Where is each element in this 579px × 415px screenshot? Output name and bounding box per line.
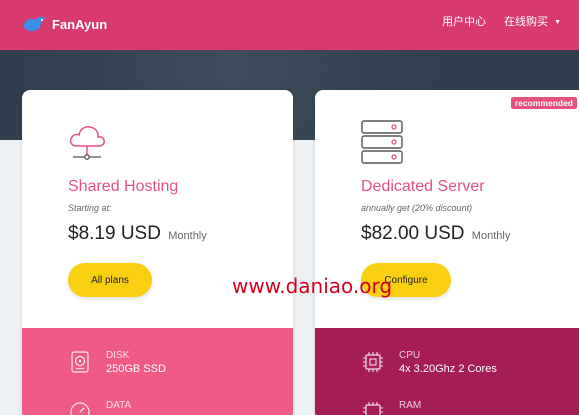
plan-title: Dedicated Server: [361, 178, 485, 195]
plan-price-amount: $82.00 USD: [361, 223, 465, 244]
spec-value: 250GB SSD: [106, 363, 166, 375]
spec-text: DISK 250GB SSD: [106, 350, 166, 375]
ram-icon: [363, 402, 383, 415]
recommended-badge: recommended: [510, 97, 577, 109]
gauge-icon: [70, 402, 90, 415]
brand-name: FanAyun: [52, 16, 108, 32]
spec-disk: DISK 250GB SSD: [68, 350, 166, 375]
plan-price-period: Monthly: [471, 230, 511, 242]
main-nav: 用户中心 在线购买 ▼: [442, 13, 579, 29]
watermark-text: www.daniao.org: [232, 274, 393, 298]
all-plans-button[interactable]: All plans: [68, 263, 152, 297]
cloud-network-icon: [69, 126, 105, 160]
spec-label: CPU: [399, 350, 421, 361]
chevron-down-icon: ▼: [554, 19, 561, 26]
nav-online-purchase[interactable]: 在线购买 ▼: [504, 13, 561, 29]
plan-title: Shared Hosting: [68, 178, 179, 195]
plan-subtitle: annually get (20% discount): [361, 203, 473, 213]
plan-specs: DISK 250GB SSD DATA: [22, 328, 293, 415]
spec-value: 4x 3.20Ghz 2 Cores: [399, 363, 497, 375]
bird-logo-icon: [24, 16, 46, 32]
plan-price-amount: $8.19 USD: [68, 223, 161, 244]
brand-logo[interactable]: FanAyun: [22, 14, 107, 34]
plan-card-shared-hosting: Shared Hosting Starting at: $8.19 USD Mo…: [22, 90, 293, 415]
nav-online-purchase-label: 在线购买: [504, 16, 549, 28]
spec-label: RAM: [399, 400, 422, 411]
top-navigation-bar: FanAyun 用户中心 在线购买 ▼: [0, 0, 579, 50]
spec-cpu: CPU 4x 3.20Ghz 2 Cores: [361, 350, 497, 375]
plan-price-period: Monthly: [168, 230, 207, 242]
server-rack-icon: [361, 120, 403, 164]
plan-price: $82.00 USD Monthly: [361, 223, 510, 245]
plan-price: $8.19 USD Monthly: [68, 223, 207, 245]
spec-text: CPU 4x 3.20Ghz 2 Cores: [399, 350, 497, 375]
plan-card-dedicated-server: Dedicated Server annually get (20% disco…: [315, 90, 579, 415]
spec-ram: RAM: [361, 400, 421, 415]
spec-text: DATA: [106, 400, 131, 411]
cpu-icon: [363, 352, 383, 372]
plan-specs: CPU 4x 3.20Ghz 2 Cores RAM: [315, 328, 579, 415]
spec-text: RAM: [399, 400, 421, 411]
spec-data: DATA: [68, 400, 131, 415]
plan-subtitle: Starting at:: [68, 203, 112, 213]
nav-user-center[interactable]: 用户中心: [442, 13, 486, 29]
spec-label: DATA: [106, 400, 132, 411]
spec-label: DISK: [106, 350, 130, 361]
nav-user-center-label: 用户中心: [442, 16, 487, 28]
disk-icon: [71, 351, 89, 373]
